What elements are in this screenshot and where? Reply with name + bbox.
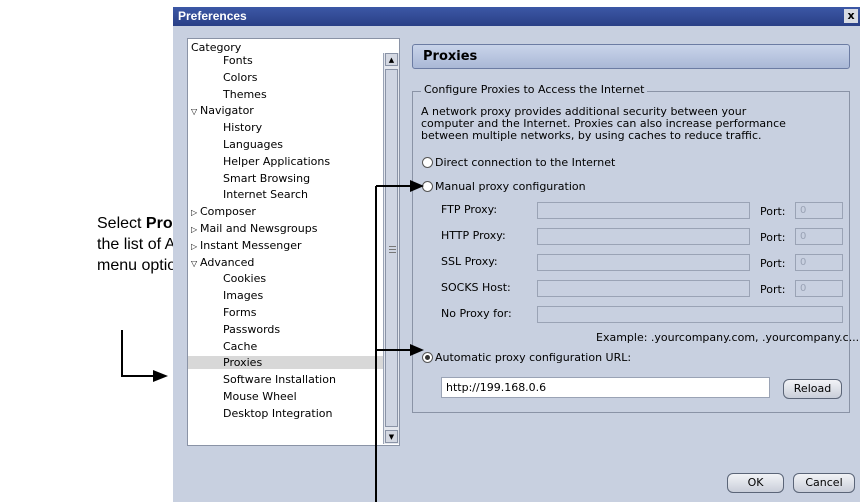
arrow-to-proxies-icon xyxy=(153,370,168,382)
callout-arrows xyxy=(153,180,424,502)
arrow-to-manual-icon xyxy=(410,180,424,192)
arrow-to-auto-icon xyxy=(410,344,424,356)
